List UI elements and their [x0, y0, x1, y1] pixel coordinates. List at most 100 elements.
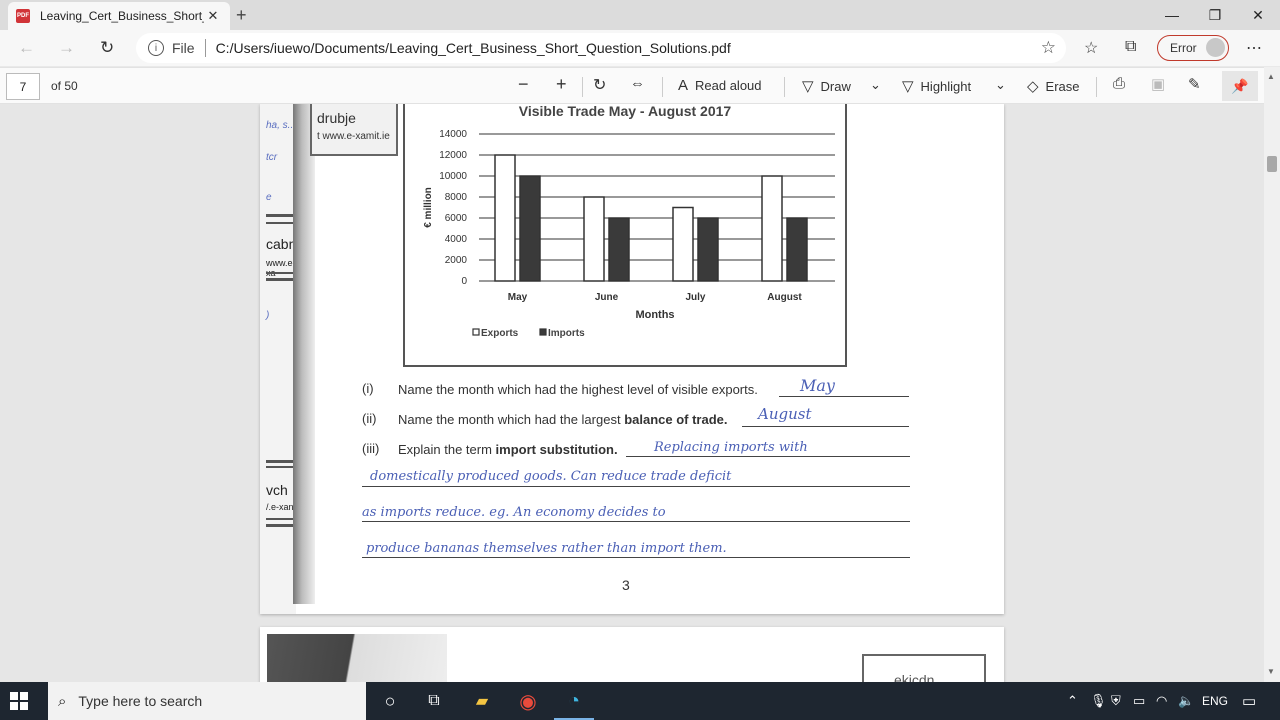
next-pdf-page: ekicdn	[260, 627, 1004, 682]
zoom-out-icon[interactable]: −	[518, 74, 529, 95]
file-explorer-icon[interactable]: ▰	[470, 689, 494, 713]
toolbar-divider	[1096, 77, 1097, 97]
language-indicator[interactable]: ENG	[1202, 694, 1228, 708]
notifications-icon[interactable]: ▭	[1242, 692, 1256, 710]
draw-dropdown-chevron-icon[interactable]: ⌄	[870, 77, 881, 93]
publisher-box: ekicdn	[862, 654, 986, 682]
toolbar-divider	[662, 77, 663, 97]
bar-imports	[608, 217, 630, 282]
toolbar-divider	[582, 77, 583, 97]
windows-start-icon[interactable]	[10, 692, 28, 710]
y-tick-label: 14000	[439, 129, 467, 140]
tab-title: Leaving_Cert_Business_Short_Qu	[40, 9, 204, 23]
answer-line	[742, 426, 909, 427]
forward-icon[interactable]: →	[58, 38, 75, 58]
answer-line	[362, 557, 910, 558]
bar-exports	[494, 154, 516, 282]
pdf-icon: PDF	[16, 9, 30, 23]
page-number: 3	[622, 577, 630, 593]
address-separator	[204, 39, 206, 57]
more-menu-icon[interactable]: ⋯	[1246, 38, 1262, 58]
close-window-button[interactable]: ✕	[1238, 3, 1278, 27]
pdf-viewport: ha, s... tcr e cabm www.e-xa ) vch /.e-x…	[0, 104, 1264, 682]
y-tick-label: 12000	[439, 150, 467, 161]
answer-line	[779, 396, 909, 397]
x-tick-label: August	[767, 292, 802, 303]
avatar	[1206, 38, 1225, 57]
handwritten-answer: Replacing imports with	[654, 440, 808, 455]
chrome-icon[interactable]: ◉	[516, 689, 540, 713]
page-total: of 50	[51, 79, 78, 93]
scroll-down-icon[interactable]: ▼	[1267, 667, 1275, 676]
favorites-icon[interactable]: ☆	[1084, 38, 1098, 58]
bar-imports	[697, 217, 719, 282]
security-icon[interactable]: ⛨	[1111, 693, 1121, 709]
legend-swatch	[539, 328, 547, 336]
microphone-icon[interactable]: 🎙	[1090, 693, 1107, 709]
task-view-icon[interactable]: ⧉	[422, 689, 446, 713]
scanned-image	[267, 634, 447, 682]
chart-title: Visible Trade May - August 2017	[519, 104, 732, 119]
handwriting-scrap: )	[266, 310, 270, 321]
answer-line	[362, 486, 910, 487]
minimize-button[interactable]: —	[1152, 3, 1192, 27]
tray-overflow-icon[interactable]: ⌃	[1067, 693, 1078, 709]
refresh-icon[interactable]: ↻	[100, 38, 114, 58]
handwritten-answer-line: domestically produced goods. Can reduce …	[370, 469, 732, 484]
address-bar[interactable]: i File C:/Users/iuewo/Documents/Leaving_…	[136, 33, 1066, 63]
taskbar-search[interactable]: ⌕ Type here to search	[48, 682, 366, 720]
x-tick-label: July	[685, 292, 705, 303]
legend-label: Imports	[548, 328, 585, 339]
y-tick-label: 6000	[445, 213, 468, 224]
volume-icon[interactable]: 🔈	[1178, 693, 1194, 709]
pin-toolbar-icon[interactable]: 📌	[1222, 71, 1258, 101]
draw-icon: ▽	[802, 78, 814, 95]
erase-button[interactable]: ◇ Erase	[1027, 77, 1080, 95]
back-icon[interactable]: ←	[18, 38, 35, 58]
question-number: (iii)	[362, 441, 380, 456]
print-icon[interactable]: ⎙	[1113, 75, 1125, 92]
read-aloud-icon: A	[678, 77, 689, 94]
info-icon[interactable]: i	[148, 40, 164, 56]
handwriting-scrap: tcr	[266, 152, 278, 163]
bar-exports	[761, 175, 783, 282]
highlight-dropdown-chevron-icon[interactable]: ⌄	[995, 77, 1006, 93]
browser-tab[interactable]: PDF Leaving_Cert_Business_Short_Qu ✕	[8, 2, 230, 30]
edge-icon[interactable]: ◔	[554, 689, 594, 720]
save-icon[interactable]: ▣	[1151, 75, 1165, 93]
bar-exports	[583, 196, 605, 282]
new-tab-button[interactable]: +	[236, 5, 247, 26]
profile-error-button[interactable]: Error	[1157, 35, 1229, 61]
bar-imports	[786, 217, 808, 282]
url-text[interactable]: C:/Users/iuewo/Documents/Leaving_Cert_Bu…	[216, 40, 731, 56]
cortana-icon[interactable]: ○	[378, 689, 402, 713]
strip-text: /.e-xan	[266, 502, 294, 512]
y-tick-label: 10000	[439, 171, 467, 182]
trade-chart: Visible Trade May - August 2017 0 2000 4000…	[403, 104, 847, 367]
question-text: Explain the term import substitution.	[398, 442, 618, 457]
scroll-thumb[interactable]	[1267, 156, 1277, 172]
vertical-scrollbar[interactable]: ▲ ▼	[1264, 67, 1280, 682]
x-axis-label: Months	[635, 309, 674, 321]
rotate-icon[interactable]: ↻	[593, 75, 606, 95]
highlight-button[interactable]: ▽ Highlight	[902, 77, 971, 95]
collections-icon[interactable]: ⧉	[1125, 38, 1136, 56]
handwritten-answer: August	[758, 405, 812, 423]
scroll-up-icon[interactable]: ▲	[1267, 72, 1275, 81]
wifi-icon[interactable]: ◠	[1156, 693, 1167, 709]
favorite-star-icon[interactable]: ☆	[1041, 38, 1056, 58]
publisher-name: drubje	[317, 110, 356, 126]
fit-page-icon[interactable]: ⇔	[630, 75, 645, 92]
restore-button[interactable]: ❐	[1195, 3, 1235, 27]
draw-button[interactable]: ▽ Draw	[802, 77, 851, 95]
zoom-in-icon[interactable]: +	[556, 74, 567, 95]
chart-canvas: Visible Trade May - August 2017 0 2000 4000…	[423, 104, 835, 339]
read-aloud-button[interactable]: A Read aloud	[678, 77, 762, 94]
page-number-input[interactable]: 7	[6, 73, 40, 100]
close-tab-icon[interactable]: ✕	[204, 8, 222, 24]
eraser-icon: ◇	[1027, 78, 1039, 95]
x-tick-label: May	[508, 292, 528, 303]
publisher-site: t www.e-xamit.ie	[317, 131, 390, 142]
battery-icon[interactable]: ▭	[1133, 693, 1145, 709]
save-as-icon[interactable]: ✎	[1188, 75, 1201, 93]
